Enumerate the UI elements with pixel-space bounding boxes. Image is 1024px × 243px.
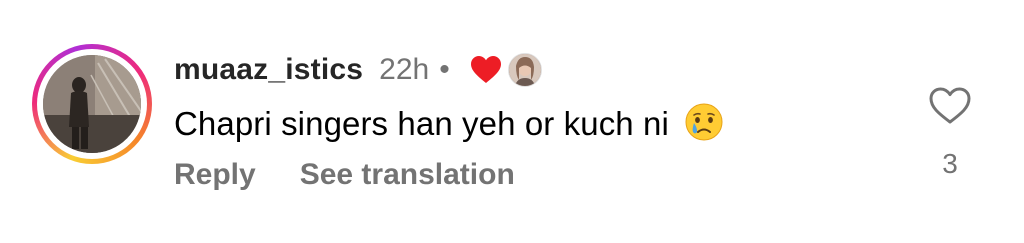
username[interactable]: muaaz_istics [174,53,363,87]
avatar[interactable] [43,55,141,153]
comment-text: Chapri singers han yeh or kuch ni [174,102,724,143]
red-heart-icon [470,55,502,85]
comment-item: muaaz_istics 22h • Chapri singers han ye… [0,0,1024,243]
avatar-story-ring[interactable] [32,44,152,164]
see-translation-button[interactable]: See translation [300,158,515,192]
comment-body: Chapri singers han yeh or kuch ni [174,105,669,142]
timestamp: 22h [379,53,430,86]
crying-face-emoji-icon [684,102,724,142]
author-avatar-small [507,53,542,87]
reply-button[interactable]: Reply [174,158,256,192]
like-count: 3 [942,148,958,179]
avatar-photo [43,55,141,153]
comment-header: muaaz_istics 22h • [174,50,542,90]
like-column: 3 [922,86,978,180]
comment-actions: Reply See translation [174,158,515,192]
separator-dot: • [439,53,450,86]
heart-outline-icon[interactable] [928,86,972,126]
